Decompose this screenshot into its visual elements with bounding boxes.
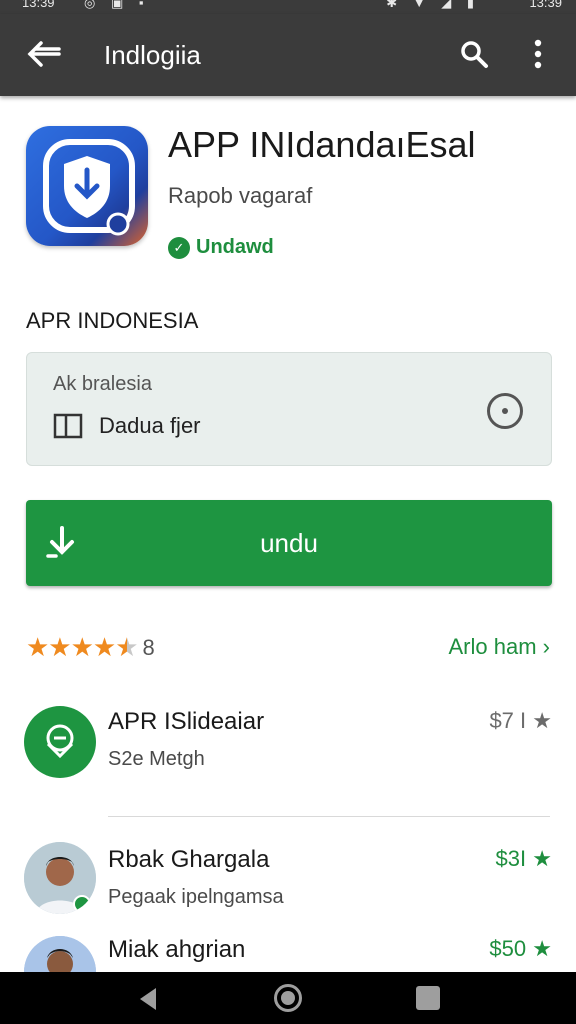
list-item-title: Rbak Ghargala [108, 846, 270, 873]
app-bar-title: Indlogiia [104, 40, 201, 70]
list-item-price: $7 I ★ [489, 708, 552, 734]
info-card-row-label: Dadua fjer [99, 413, 201, 438]
search-icon[interactable] [456, 36, 492, 72]
price-value: $7 I [489, 708, 527, 733]
list-item[interactable]: Rbak Ghargala Pegaak ipelngamsa $3I ★ [0, 840, 576, 920]
install-button-label: undu [260, 528, 318, 558]
see-all-label: Arlo ham [448, 634, 537, 659]
list-item-title: APR ISlideaiar [108, 708, 265, 735]
chevron-right-icon: › [542, 634, 550, 659]
nav-home-icon[interactable] [274, 984, 302, 1012]
system-nav-bar [0, 972, 576, 1024]
app-icon [26, 126, 148, 246]
target-icon[interactable] [487, 393, 523, 429]
rating-row: ★★★★ ★ 8 [26, 632, 155, 663]
rating-half-star: ★ [115, 632, 139, 662]
rating-stars: ★★★★ [26, 632, 116, 662]
list-item[interactable]: APR ISlideaiar S2e Metgh $7 I ★ [0, 702, 576, 792]
status-time-right: 13:39 [529, 0, 562, 10]
nav-recents-icon[interactable] [416, 986, 440, 1010]
section-title: APR INDONESIA [26, 308, 199, 333]
nav-back-icon[interactable] [136, 986, 160, 1012]
app-name: APP INIdandaıEsal [168, 124, 476, 165]
see-all-link[interactable]: Arlo ham › [449, 634, 551, 660]
back-arrow-icon[interactable] [26, 36, 62, 72]
info-card[interactable]: Ak bralesia Dadua fjer [26, 352, 552, 466]
book-icon [53, 413, 83, 439]
verified-badge-label: Undawd [196, 236, 274, 258]
app-developer[interactable]: Rapob vagaraf [168, 183, 312, 209]
list-item-subtitle: S2e Metgh [108, 748, 205, 770]
star-icon: ★ [532, 936, 552, 961]
user-avatar [24, 842, 96, 914]
user-avatar [24, 936, 96, 972]
divider [108, 816, 550, 817]
app-bar: Indlogiia [0, 14, 576, 96]
verified-badge: ✓ Undawd [168, 236, 274, 259]
list-item-price: $50 ★ [489, 936, 552, 962]
status-time: 13:39 [22, 0, 55, 10]
list-item-subtitle: Pegaak ipelngamsa [108, 886, 284, 908]
notification-icons: ◎ ▣ ▪ [84, 0, 150, 10]
info-card-row: Dadua fjer [53, 413, 201, 439]
price-value: $50 [489, 936, 527, 961]
star-icon: ★ [532, 846, 552, 871]
list-item[interactable]: Miak ahgrian $50 ★ [0, 932, 576, 972]
status-bar: 13:39 ◎ ▣ ▪ ✱ ▼ ◢ ▮ 13:39 [0, 0, 576, 14]
info-card-subtitle: Ak bralesia [53, 373, 152, 395]
install-button[interactable]: undu [26, 500, 552, 586]
more-vert-icon[interactable] [520, 36, 556, 72]
rating-value: 8 [142, 634, 155, 660]
app-avatar [24, 706, 96, 778]
signal-icons: ✱ ▼ ◢ ▮ [386, 0, 480, 10]
price-value: $3I [495, 846, 527, 871]
check-badge-icon: ✓ [168, 236, 190, 259]
list-item-price: $3I ★ [496, 846, 552, 872]
list-item-title: Miak ahgrian [108, 936, 246, 963]
star-icon: ★ [532, 708, 552, 733]
